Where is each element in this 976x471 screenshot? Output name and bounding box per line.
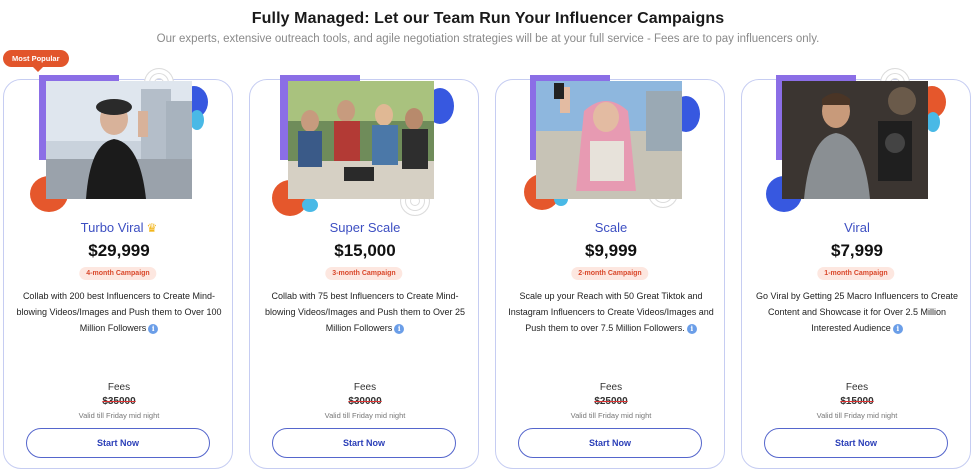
start-now-button[interactable]: Start Now [272, 428, 456, 458]
pricing-card-viral: Viral $7,999 1-month Campaign Go Viral b… [741, 68, 972, 469]
influencer-photo [46, 81, 192, 199]
start-now-button[interactable]: Start Now [26, 428, 210, 458]
campaign-duration-badge: 3-month Campaign [325, 267, 403, 280]
campaign-duration-badge: 2-month Campaign [571, 267, 649, 280]
influencer-photo [782, 81, 928, 199]
offer-validity: Valid till Friday mid night [816, 411, 898, 420]
pricing-card-super-scale: Super Scale $15,000 3-month Campaign Col… [249, 75, 480, 469]
fees-label: Fees [353, 382, 377, 393]
fees-label: Fees [599, 382, 623, 393]
card-illustration [250, 75, 480, 220]
plan-name: Super Scale [329, 220, 401, 235]
fees-label: Fees [845, 382, 869, 393]
plan-description: Go Viral by Getting 25 Macro Influencers… [752, 288, 962, 336]
influencer-photo [288, 81, 434, 199]
influencer-photo [536, 81, 682, 199]
plan-description: Collab with 75 best Influencers to Creat… [260, 288, 470, 336]
fees-original-price: $30000 [348, 396, 382, 407]
pricing-card-turbo-viral: Turbo Viral ♛ $29,999 4-month Campaign Co… [3, 68, 234, 469]
card-illustration [496, 75, 726, 220]
plan-name: Turbo Viral ♛ [4, 220, 234, 235]
decor-circle [190, 110, 204, 130]
decor-circle [926, 112, 940, 132]
plan-description: Scale up your Reach with 50 Great Tiktok… [506, 288, 716, 336]
plan-name: Scale [594, 220, 628, 235]
page-subtitle: Our experts, extensive outreach tools, a… [156, 33, 820, 45]
offer-validity: Valid till Friday mid night [78, 411, 160, 420]
info-icon[interactable]: i [148, 323, 159, 334]
fees-original-price: $35000 [102, 396, 136, 407]
start-now-button[interactable]: Start Now [518, 428, 702, 458]
campaign-duration-badge: 4-month Campaign [79, 267, 157, 280]
plan-description-text: Collab with 200 best Influencers to Crea… [16, 291, 222, 333]
offer-validity: Valid till Friday mid night [570, 411, 652, 420]
info-icon[interactable]: i [892, 323, 903, 334]
crown-icon: ♛ [146, 221, 158, 235]
plan-description-text: Scale up your Reach with 50 Great Tiktok… [508, 291, 714, 333]
plan-price: $9,999 [585, 241, 637, 260]
start-now-button[interactable]: Start Now [764, 428, 948, 458]
info-icon[interactable]: i [686, 323, 697, 334]
plan-description-text: Collab with 75 best Influencers to Creat… [265, 291, 465, 333]
plan-description: Collab with 200 best Influencers to Crea… [14, 288, 224, 336]
fees-original-price: $25000 [594, 396, 628, 407]
plan-price: $15,000 [334, 241, 396, 260]
page-header: Fully Managed: Let our Team Run Your Inf… [0, 10, 976, 45]
most-popular-badge: Most Popular [3, 50, 69, 72]
plan-name: Viral [844, 220, 870, 235]
page-title: Fully Managed: Let our Team Run Your Inf… [251, 10, 725, 27]
plan-description-text: Go Viral by Getting 25 Macro Influencers… [756, 291, 958, 333]
info-icon[interactable]: i [394, 323, 405, 334]
card-illustration [742, 68, 972, 220]
fees-original-price: $15000 [840, 396, 874, 407]
fees-label: Fees [107, 382, 131, 393]
pricing-card-scale: Scale $9,999 2-month Campaign Scale up y… [495, 75, 726, 469]
card-illustration [4, 68, 234, 220]
decor-circle [302, 198, 318, 212]
offer-validity: Valid till Friday mid night [324, 411, 406, 420]
plan-price: $7,999 [831, 241, 883, 260]
plan-price: $29,999 [88, 241, 150, 260]
campaign-duration-badge: 1-month Campaign [817, 267, 895, 280]
plan-name-text: Turbo Viral [80, 220, 144, 235]
